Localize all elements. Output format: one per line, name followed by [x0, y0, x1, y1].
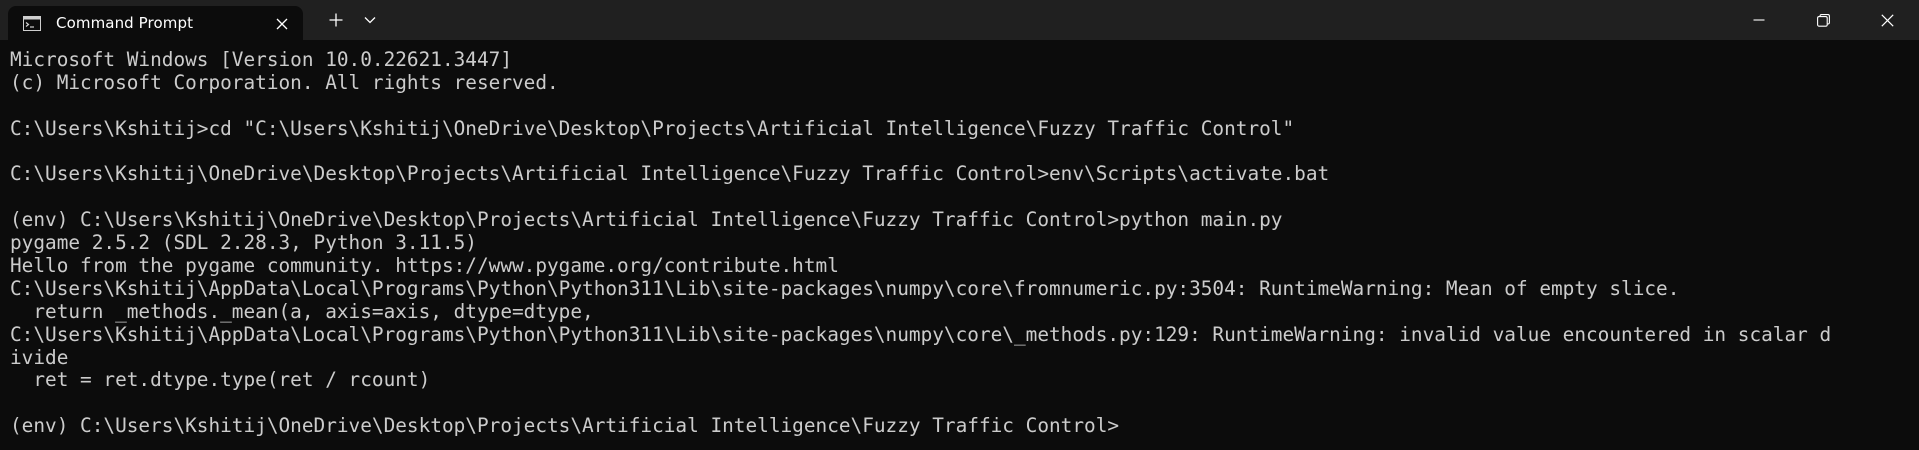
console-line: C:\Users\Kshitij\OneDrive\Desktop\Projec…	[10, 162, 1330, 186]
console-line: C:\Users\Kshitij\AppData\Local\Programs\…	[10, 276, 1680, 300]
tab-actions	[317, 0, 385, 40]
console-line: (c) Microsoft Corporation. All rights re…	[10, 70, 559, 94]
maximize-button[interactable]	[1791, 0, 1855, 40]
tab-dropdown-button[interactable]	[355, 4, 385, 36]
minimize-icon	[1753, 19, 1765, 21]
console-line: Microsoft Windows [Version 10.0.22621.34…	[10, 49, 512, 71]
chevron-down-icon	[364, 17, 376, 24]
console-line: ret = ret.dtype.type(ret / rcount)	[10, 368, 431, 392]
close-window-button[interactable]	[1855, 0, 1919, 40]
console-line: return _methods._mean(a, axis=axis, dtyp…	[10, 299, 594, 323]
tab-title: Command Prompt	[56, 14, 194, 32]
close-tab-button[interactable]	[271, 13, 293, 35]
console-line: C:\Users\Kshitij\AppData\Local\Programs\…	[10, 322, 1832, 346]
console-line: C:\Users\Kshitij>cd "C:\Users\Kshitij\On…	[10, 116, 1295, 140]
terminal-window: Command Prompt Microsoft Windows [Versio…	[0, 0, 1919, 450]
plus-icon	[329, 13, 343, 27]
console-icon	[22, 15, 42, 31]
window-controls	[1727, 0, 1919, 40]
console-line: pygame 2.5.2 (SDL 2.28.3, Python 3.11.5)	[10, 231, 477, 255]
console-output[interactable]: Microsoft Windows [Version 10.0.22621.34…	[10, 49, 1910, 444]
close-icon	[276, 18, 288, 30]
console-line: ivide	[10, 345, 69, 369]
minimize-button[interactable]	[1727, 0, 1791, 40]
restore-icon	[1816, 13, 1830, 27]
tab-command-prompt[interactable]: Command Prompt	[8, 6, 303, 40]
console-prompt-line[interactable]: (env) C:\Users\Kshitij\OneDrive\Desktop\…	[10, 414, 1910, 438]
title-bar[interactable]: Command Prompt	[0, 0, 1919, 40]
console-line: Hello from the pygame community. https:/…	[10, 254, 839, 278]
close-icon	[1880, 13, 1894, 27]
console-line: (env) C:\Users\Kshitij\OneDrive\Desktop\…	[10, 208, 1283, 232]
new-tab-button[interactable]	[317, 4, 355, 36]
